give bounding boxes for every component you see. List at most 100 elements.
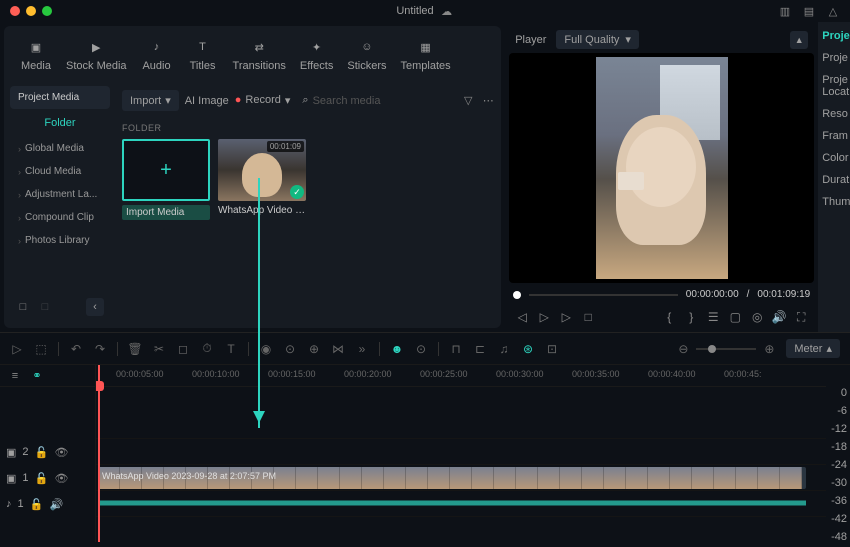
tool-icon[interactable]: »	[355, 342, 369, 356]
mark-in-icon[interactable]: {	[662, 310, 676, 324]
maximize-window[interactable]	[42, 6, 52, 16]
track-header[interactable]: ▣2🔓👁	[0, 439, 95, 465]
tool-icon[interactable]: ⊓	[449, 342, 463, 356]
scrubber[interactable]: 00:00:00:00 / 00:01:09:19	[509, 283, 814, 306]
tab-audio[interactable]: ♪Audio	[135, 34, 179, 76]
tab-titles[interactable]: TTitles	[181, 34, 225, 76]
undo-icon[interactable]: ↶	[69, 342, 83, 356]
lock-icon[interactable]: 🔓	[35, 445, 49, 459]
sidebar-item-compound[interactable]: Compound Clip	[10, 206, 110, 229]
record-button[interactable]: ●Record▾	[235, 94, 291, 107]
sidebar-item-photos[interactable]: Photos Library	[10, 229, 110, 252]
video-preview[interactable]	[509, 53, 814, 283]
stop-icon[interactable]: □	[581, 310, 595, 324]
media-panel: ▣Media ▶Stock Media ♪Audio TTitles ⇄Tran…	[4, 26, 501, 328]
time-ruler[interactable]: 00:00:05:0000:00:10:0000:00:15:0000:00:2…	[96, 365, 826, 387]
track-header[interactable]: ♪1🔓🔊	[0, 491, 95, 517]
audio-track-1[interactable]	[96, 491, 826, 517]
settings-icon[interactable]: ≡	[8, 369, 22, 383]
sidebar-item-global[interactable]: Global Media	[10, 137, 110, 160]
prev-frame-icon[interactable]: ◁	[515, 310, 529, 324]
tab-media[interactable]: ▣Media	[14, 34, 58, 76]
snapshot-icon[interactable]: ◎	[750, 310, 764, 324]
import-button[interactable]: Import▾	[122, 90, 179, 111]
save-icon[interactable]: ▤	[802, 4, 816, 18]
tool-icon[interactable]: ⊏	[473, 342, 487, 356]
ai-image-button[interactable]: AI Image	[185, 95, 229, 107]
layout-icon[interactable]: ▥	[778, 4, 792, 18]
cut-icon[interactable]: ✂	[152, 342, 166, 356]
close-window[interactable]	[10, 6, 20, 16]
fullscreen-icon[interactable]: ⛶	[794, 310, 808, 324]
tab-templates[interactable]: ▦Templates	[394, 34, 456, 76]
export-icon[interactable]: △	[826, 4, 840, 18]
timeline-tracks[interactable]: 00:00:05:0000:00:10:0000:00:15:0000:00:2…	[96, 365, 826, 542]
tool-icon[interactable]: ⊕	[307, 342, 321, 356]
eye-icon[interactable]: 👁	[55, 471, 69, 485]
zoom-in-icon[interactable]: ⊕	[762, 342, 776, 356]
play-outline-icon[interactable]: ▷	[537, 310, 551, 324]
delete-icon[interactable]: 🗑	[128, 342, 142, 356]
zoom-out-icon[interactable]: ⊖	[676, 342, 690, 356]
magnet-icon[interactable]: ⊛	[521, 342, 535, 356]
folder-icon[interactable]: □	[38, 300, 52, 314]
import-media-thumb[interactable]: + Import Media	[122, 139, 210, 220]
video-clip[interactable]: WhatsApp Video 2023-09-28 at 2:07:57 PM	[98, 467, 806, 489]
pointer-icon[interactable]: ▷	[10, 342, 24, 356]
search-media[interactable]: ⌕Search media	[296, 92, 455, 109]
mute-icon[interactable]: 🔊	[50, 497, 64, 511]
text-icon[interactable]: T	[224, 342, 238, 356]
ai-icon[interactable]: ☻	[390, 342, 404, 356]
select-icon[interactable]: ⬚	[34, 342, 48, 356]
collapse-sidebar[interactable]: ‹	[86, 298, 104, 316]
link-icon[interactable]: ⊡	[545, 342, 559, 356]
thumbnail-icon[interactable]: ▲	[790, 31, 808, 49]
sidebar-item-adjustment[interactable]: Adjustment La...	[10, 183, 110, 206]
prop-row: Proje	[822, 52, 846, 64]
display-icon[interactable]: ▢	[728, 310, 742, 324]
crop-icon[interactable]: ◻	[176, 342, 190, 356]
tool-icon[interactable]: ◉	[259, 342, 273, 356]
prop-row: Fram	[822, 130, 846, 142]
mark-out-icon[interactable]: }	[684, 310, 698, 324]
tab-stickers[interactable]: ☺Stickers	[341, 34, 392, 76]
sidebar-folder[interactable]: Folder	[10, 109, 110, 137]
playhead[interactable]	[98, 365, 100, 542]
link-icon[interactable]: ⚭	[30, 369, 44, 383]
cloud-sync-icon[interactable]: ☁	[440, 4, 454, 18]
quality-dropdown[interactable]: Full Quality▾	[556, 30, 639, 49]
sidebar-header[interactable]: Project Media	[10, 86, 110, 109]
video-track-1[interactable]: WhatsApp Video 2023-09-28 at 2:07:57 PM	[96, 465, 826, 491]
timeline-toolbar: ▷ ⬚ ↶ ↷ 🗑 ✂ ◻ ⏱ T ◉ ⊙ ⊕ ⋈ » ☻ ⊙ ⊓ ⊏ ♫ ⊛ …	[0, 333, 850, 365]
video-thumb[interactable]: 00:01:09 ✓ WhatsApp Video 202...	[218, 139, 306, 220]
tab-transitions[interactable]: ⇄Transitions	[227, 34, 292, 76]
ratio-icon[interactable]: ☰	[706, 310, 720, 324]
minimize-window[interactable]	[26, 6, 36, 16]
tab-stock-media[interactable]: ▶Stock Media	[60, 34, 133, 76]
redo-icon[interactable]: ↷	[93, 342, 107, 356]
tool-icon[interactable]: ⋈	[331, 342, 345, 356]
total-time: 00:01:09:19	[757, 289, 810, 300]
tool-icon[interactable]: ⊙	[414, 342, 428, 356]
more-icon[interactable]: ⋯	[481, 94, 495, 108]
eye-icon[interactable]: 👁	[55, 445, 69, 459]
track-headers: ≡ ⚭ ▣2🔓👁 ▣1🔓👁 ♪1🔓🔊	[0, 365, 96, 542]
stickers-icon: ☺	[358, 38, 376, 56]
filter-icon[interactable]: ▽	[461, 94, 475, 108]
tool-icon[interactable]: ⊙	[283, 342, 297, 356]
video-track-2[interactable]	[96, 439, 826, 465]
speed-icon[interactable]: ⏱	[200, 342, 214, 356]
track-header[interactable]: ▣1🔓👁	[0, 465, 95, 491]
play-icon[interactable]: ▷	[559, 310, 573, 324]
zoom-control[interactable]: ⊖ ⊕	[676, 342, 776, 356]
window-controls	[10, 6, 52, 16]
volume-icon[interactable]: 🔊	[772, 310, 786, 324]
music-icon[interactable]: ♫	[497, 342, 511, 356]
meter-button[interactable]: Meter▴	[786, 339, 840, 358]
new-folder-icon[interactable]: □	[16, 300, 30, 314]
tab-effects[interactable]: ✦Effects	[294, 34, 339, 76]
audio-waveform[interactable]	[98, 494, 806, 512]
sidebar-item-cloud[interactable]: Cloud Media	[10, 160, 110, 183]
lock-icon[interactable]: 🔓	[35, 471, 49, 485]
lock-icon[interactable]: 🔓	[30, 497, 44, 511]
